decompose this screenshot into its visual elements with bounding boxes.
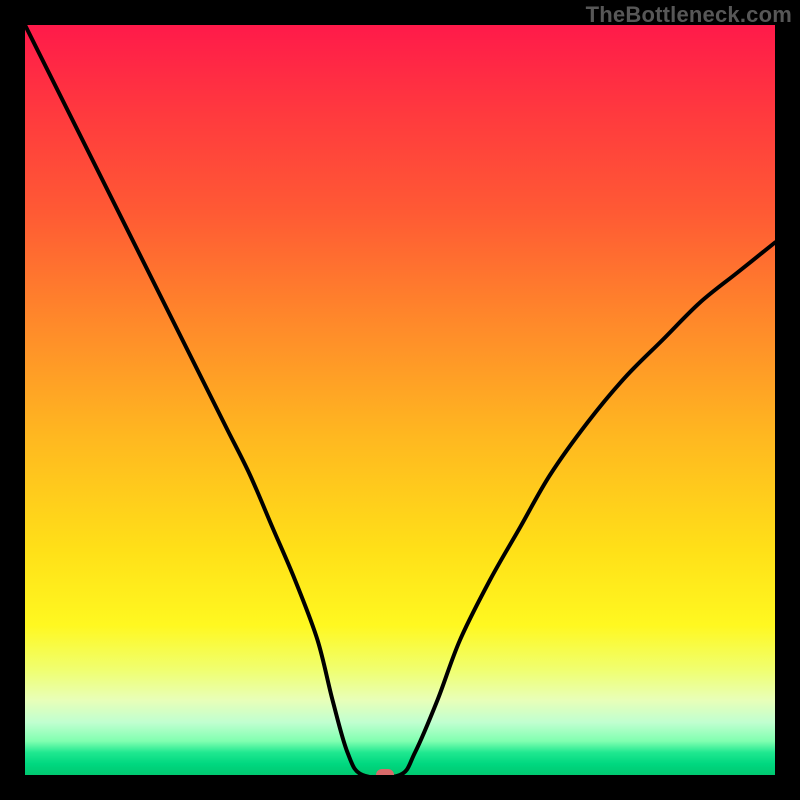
optimal-point-marker	[376, 769, 394, 775]
curve-svg	[25, 25, 775, 775]
plot-area	[25, 25, 775, 775]
bottleneck-curve-line	[25, 25, 775, 775]
watermark-text: TheBottleneck.com	[586, 2, 792, 28]
chart-container: TheBottleneck.com	[0, 0, 800, 800]
